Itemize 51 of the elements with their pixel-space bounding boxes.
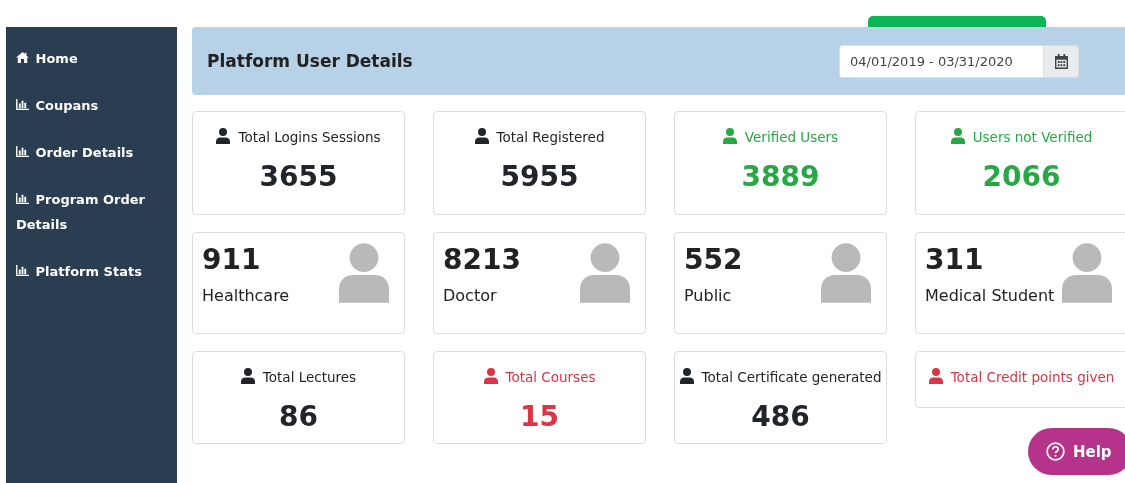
bar-chart-icon bbox=[16, 193, 29, 204]
avatar-icon bbox=[1062, 243, 1112, 303]
stat-value: 311 bbox=[925, 243, 985, 276]
stat-value: 86 bbox=[278, 400, 319, 433]
bar-chart-icon bbox=[16, 146, 29, 157]
person-icon bbox=[928, 368, 943, 384]
stat-label: Total Credit points given bbox=[950, 369, 1115, 385]
person-icon bbox=[950, 128, 965, 144]
stat-value: 3655 bbox=[258, 160, 339, 193]
stat-label: Verified Users bbox=[744, 129, 839, 145]
avatar-icon bbox=[821, 243, 871, 303]
sidebar-item[interactable]: Program Order Details bbox=[16, 187, 169, 237]
stat-value: 552 bbox=[684, 243, 743, 276]
person-icon bbox=[483, 368, 498, 384]
stat-label: Total Logins Sessions bbox=[238, 129, 381, 145]
stat-label: Public bbox=[684, 286, 733, 305]
help-button[interactable]: Help bbox=[1028, 428, 1125, 475]
stat-label: Total Courses bbox=[505, 369, 596, 385]
calendar-icon bbox=[1054, 53, 1068, 69]
person-icon bbox=[240, 368, 255, 384]
avatar-icon bbox=[580, 243, 630, 303]
stat-value: 3889 bbox=[740, 160, 821, 193]
stat-value: 15 bbox=[519, 400, 560, 433]
sidebar-item[interactable]: Platform Stats bbox=[16, 259, 169, 284]
page-title: Platform User Details bbox=[207, 51, 414, 71]
stat-value: 8213 bbox=[443, 243, 521, 276]
stat-label: Healthcare bbox=[202, 286, 290, 305]
stat-label: Medical Student bbox=[925, 286, 1055, 305]
stat-value: 5955 bbox=[499, 160, 580, 193]
sidebar-item[interactable]: Home bbox=[16, 46, 169, 71]
home-icon bbox=[16, 52, 29, 63]
date-range-field[interactable]: 04/01/2019 - 03/31/2020 bbox=[839, 44, 1044, 78]
bar-chart-icon bbox=[16, 99, 29, 110]
help-icon bbox=[1046, 442, 1065, 461]
stat-label: Total Certificate generated bbox=[701, 369, 882, 385]
stat-label: Total Registered bbox=[496, 129, 605, 145]
bar-chart-icon bbox=[16, 265, 29, 276]
stat-value: 2066 bbox=[981, 160, 1062, 193]
person-icon bbox=[722, 128, 737, 144]
calendar-button[interactable] bbox=[1044, 44, 1079, 78]
person-icon bbox=[679, 368, 694, 384]
stat-label: Doctor bbox=[443, 286, 498, 305]
sidebar-item[interactable]: Coupans bbox=[16, 93, 169, 118]
person-icon bbox=[474, 128, 489, 144]
stat-value: 911 bbox=[202, 243, 262, 276]
person-icon bbox=[216, 128, 231, 144]
sidebar-item[interactable]: Order Details bbox=[16, 140, 169, 165]
avatar-icon bbox=[339, 243, 389, 303]
stat-value: 486 bbox=[750, 400, 811, 433]
stat-label: Users not Verified bbox=[972, 129, 1093, 145]
stat-label: Total Lectures bbox=[262, 369, 357, 385]
